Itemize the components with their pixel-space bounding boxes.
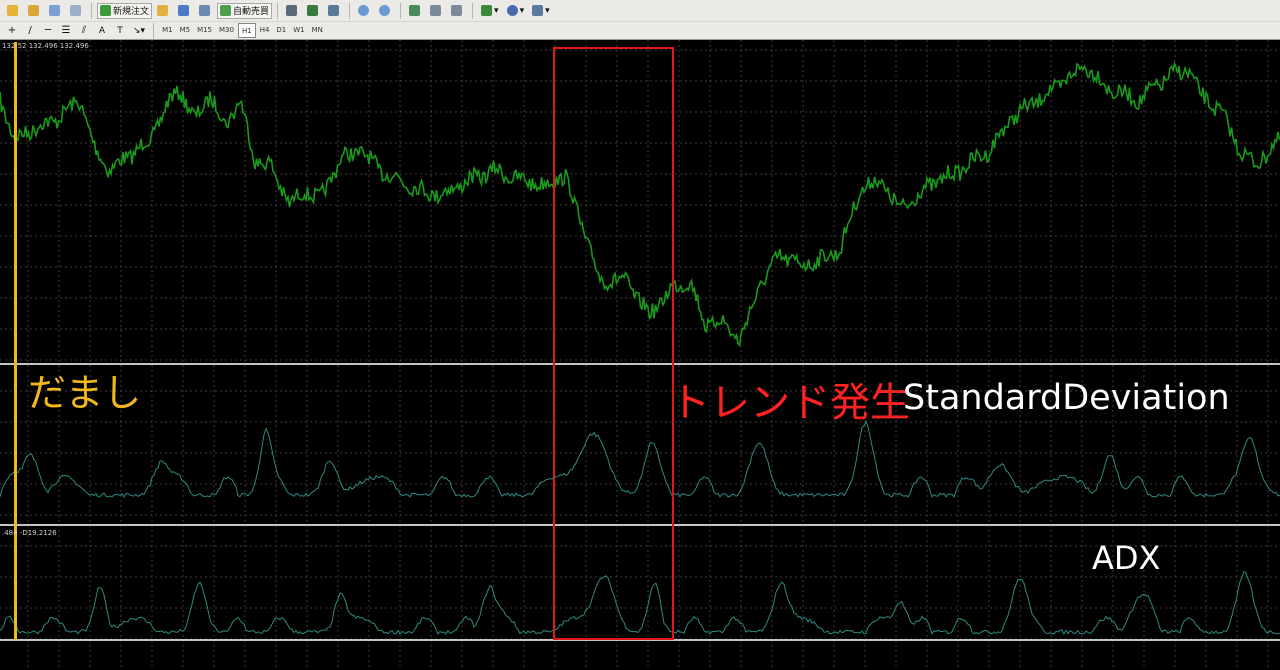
- bar-chart-icon[interactable]: [283, 3, 302, 19]
- channel-icon[interactable]: ⫽: [76, 23, 92, 39]
- tile-windows-icon[interactable]: [406, 3, 425, 19]
- trendline-icon[interactable]: /: [22, 23, 38, 39]
- zoom-in-icon[interactable]: [355, 3, 374, 19]
- timeframe-h4[interactable]: H4: [257, 23, 273, 36]
- auto-trade-label: 自動売買: [233, 7, 270, 17]
- timeframe-m30[interactable]: M30: [216, 23, 237, 36]
- timeframe-m15[interactable]: M15: [194, 23, 215, 36]
- toolbar-separator: [277, 2, 279, 19]
- timeframe-h1[interactable]: H1: [237, 23, 256, 38]
- new-order-label: 新規注文: [113, 7, 150, 17]
- trend-highlight-box: [553, 47, 674, 640]
- auto-scroll-icon[interactable]: [448, 3, 467, 19]
- market-watch-icon[interactable]: [46, 3, 65, 19]
- data-window-icon[interactable]: [67, 3, 86, 19]
- candle-chart-icon[interactable]: [304, 3, 323, 19]
- zoom-out-icon[interactable]: [376, 3, 395, 19]
- periods-dropdown-icon[interactable]: ▾: [504, 3, 528, 19]
- timeframe-m1[interactable]: M1: [159, 23, 176, 36]
- toolbar-separator: [91, 2, 92, 19]
- chart-area[interactable]: [0, 40, 1280, 670]
- profiles-icon[interactable]: [25, 3, 44, 19]
- price-line: [0, 61, 1280, 348]
- stddev-line: [0, 420, 1280, 499]
- toolbar-separator: [349, 2, 351, 19]
- fake-signal-label: だまし: [28, 371, 142, 415]
- cursor-icon[interactable]: +: [4, 23, 20, 39]
- timeframe-w1[interactable]: W1: [290, 23, 307, 36]
- fake-signal-marker: [14, 42, 17, 640]
- auto-trade-button[interactable]: 自動売買: [217, 2, 273, 19]
- new-order-icon: [100, 5, 111, 16]
- adx-readout: .484 -D19.2126: [2, 529, 57, 537]
- fibo-icon[interactable]: ☰: [58, 23, 74, 39]
- toolbar-separator: [472, 2, 474, 19]
- label-icon[interactable]: T: [112, 23, 128, 39]
- stddev-indicator-label: StandardDeviation: [903, 378, 1230, 418]
- terminal-icon[interactable]: [196, 3, 215, 19]
- toolbar-separator: [400, 2, 402, 19]
- line-chart-icon[interactable]: [325, 3, 344, 19]
- adx-line: [0, 570, 1280, 635]
- drawing-toolbar: + / ─ ☰ ⫽ A T ↘▾ M1 M5 M15 M30 H1 H4 D1 W1 MN: [0, 22, 1280, 40]
- toolbar-separator: [153, 22, 155, 39]
- navigator-icon[interactable]: [175, 3, 194, 19]
- trend-start-label: トレンド発生: [670, 380, 910, 426]
- auto-trade-icon: [220, 5, 232, 16]
- timeframe-d1[interactable]: D1: [273, 23, 289, 36]
- text-icon[interactable]: A: [94, 23, 110, 39]
- timeframe-bar: M1 M5 M15 M30 H1 H4 D1 W1 MN: [159, 23, 326, 38]
- price-readout: 132.52 132.496 132.496: [2, 42, 89, 50]
- timeframe-mn[interactable]: MN: [309, 23, 326, 36]
- arrows-dropdown-icon[interactable]: ↘▾: [130, 23, 148, 39]
- new-order-button[interactable]: 新規注文: [97, 2, 153, 19]
- indicators-dropdown-icon[interactable]: ▾: [478, 3, 502, 19]
- new-chart-icon[interactable]: [4, 3, 23, 19]
- templates-dropdown-icon[interactable]: ▾: [529, 3, 553, 19]
- chart-shift-icon[interactable]: [427, 3, 446, 19]
- chart-grid: [0, 40, 1280, 670]
- main-toolbar: 新規注文 自動売買 ▾ ▾ ▾: [0, 0, 1280, 22]
- timeframe-m5[interactable]: M5: [177, 23, 194, 36]
- adx-indicator-label: ADX: [1092, 539, 1161, 577]
- hline-icon[interactable]: ─: [40, 23, 56, 39]
- meta-editor-icon[interactable]: [154, 3, 173, 19]
